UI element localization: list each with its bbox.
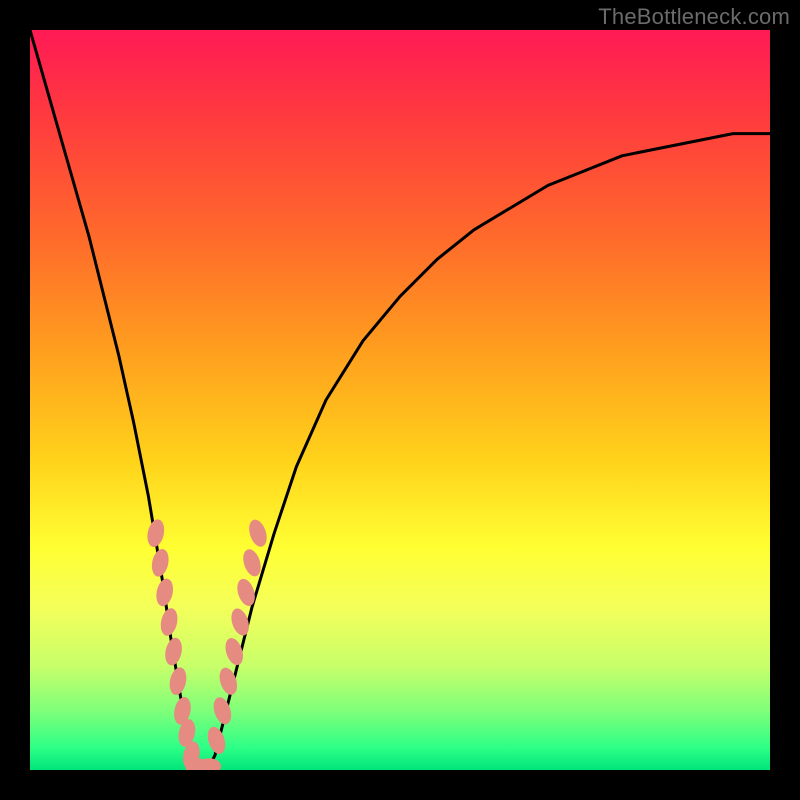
marker-bead bbox=[240, 547, 264, 579]
marker-bead bbox=[150, 547, 171, 578]
curve-svg bbox=[30, 30, 770, 770]
watermark-text: TheBottleneck.com bbox=[598, 4, 790, 30]
marker-bead bbox=[163, 636, 184, 667]
marker-bead bbox=[145, 518, 166, 549]
chart-frame: TheBottleneck.com bbox=[0, 0, 800, 800]
plot-area bbox=[30, 30, 770, 770]
marker-bead bbox=[154, 577, 175, 608]
bottleneck-curve bbox=[30, 30, 770, 770]
marker-bead bbox=[158, 607, 179, 638]
marker-layer bbox=[145, 517, 270, 770]
marker-bead bbox=[210, 695, 234, 727]
marker-bead bbox=[246, 517, 270, 549]
marker-bead bbox=[205, 725, 229, 757]
marker-bead bbox=[167, 666, 188, 697]
